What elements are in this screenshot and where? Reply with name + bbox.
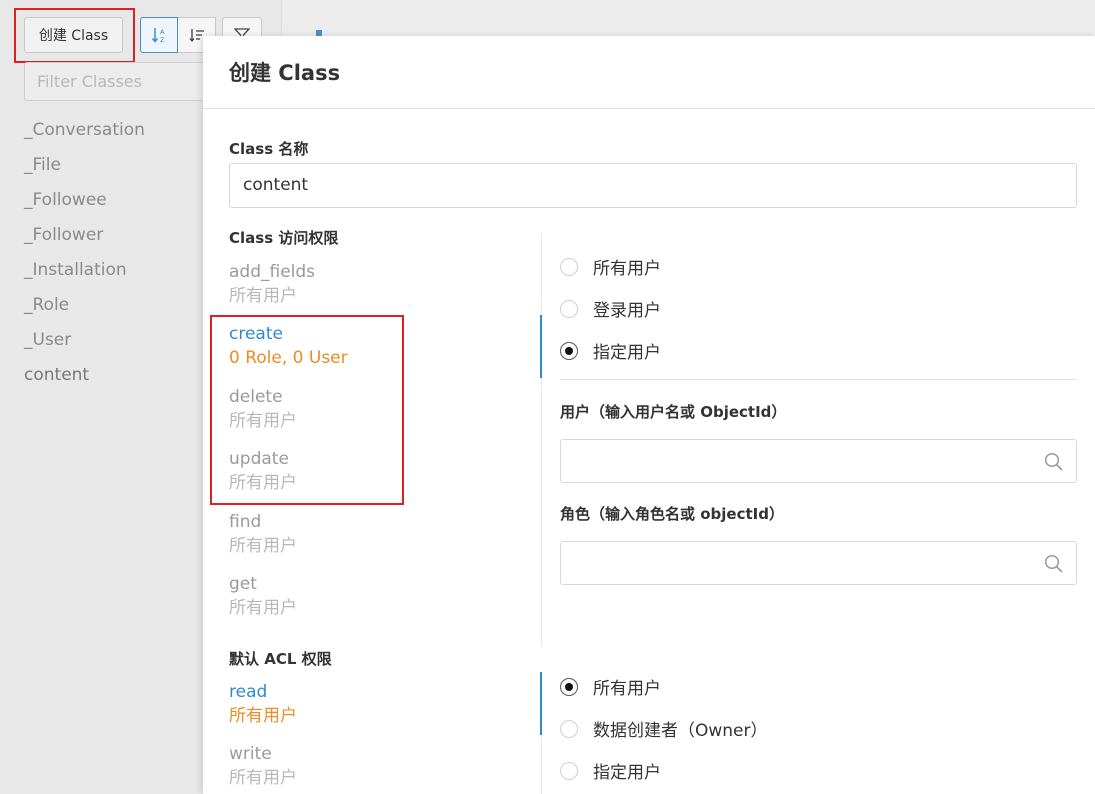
radio-label: 所有用户 (593, 259, 661, 279)
permission-value: 0 Role, 0 User (229, 348, 348, 368)
permission-name: get (229, 574, 257, 594)
class-item[interactable]: _Role (24, 295, 145, 330)
modal-header: 创建 Class (203, 36, 1095, 109)
class-item[interactable]: _Conversation (24, 120, 145, 155)
radio-icon (560, 719, 578, 738)
permission-name: create (229, 324, 283, 344)
role-field-label: 角色（输入角色名或 objectId） (560, 505, 784, 523)
class-list: _Conversation _File _Followee _Follower … (24, 120, 145, 400)
class-item[interactable]: _File (24, 155, 145, 190)
user-search-input[interactable] (560, 439, 1077, 483)
permission-name: update (229, 449, 289, 469)
permission-value: 所有用户 (229, 768, 297, 788)
permission-add-fields[interactable]: add_fields 所有用户 (229, 260, 315, 308)
acl-option-owner[interactable]: 数据创建者（Owner） (560, 716, 768, 741)
create-class-modal: 创建 Class Class 名称 content Class 访问权限 add… (203, 36, 1095, 794)
radio-checked-icon (560, 341, 578, 360)
permission-value: 所有用户 (229, 473, 297, 493)
permission-find[interactable]: find 所有用户 (229, 510, 297, 558)
class-item[interactable]: _Follower (24, 225, 145, 260)
svg-text:Z: Z (160, 36, 165, 44)
class-name-input[interactable]: content (229, 163, 1077, 208)
class-access-label: Class 访问权限 (229, 229, 339, 247)
role-search-input[interactable] (560, 541, 1077, 585)
radio-label: 所有用户 (593, 679, 661, 699)
permission-get[interactable]: get 所有用户 (229, 572, 297, 620)
modal-title: 创建 Class (229, 61, 341, 85)
class-item[interactable]: _User (24, 330, 145, 365)
create-class-button[interactable]: 创建 Class (24, 17, 123, 53)
active-acl-marker (540, 672, 542, 735)
svg-text:A: A (160, 28, 165, 36)
radio-checked-icon (560, 677, 578, 696)
class-item[interactable]: _Installation (24, 260, 145, 295)
radio-icon (560, 299, 578, 318)
user-field-label: 用户（输入用户名或 ObjectId） (560, 403, 787, 421)
class-name-label: Class 名称 (229, 140, 309, 158)
radio-label: 登录用户 (593, 301, 661, 321)
permission-delete[interactable]: delete 所有用户 (229, 385, 297, 433)
class-item[interactable]: content (24, 365, 145, 400)
permission-name: read (229, 682, 268, 702)
permission-value: 所有用户 (229, 598, 297, 618)
permission-value: 所有用户 (229, 411, 297, 431)
acl-label: 默认 ACL 权限 (229, 650, 332, 668)
search-icon (1044, 452, 1063, 471)
access-option-specified[interactable]: 指定用户 (560, 338, 661, 363)
acl-option-specified[interactable]: 指定用户 (560, 758, 661, 783)
active-permission-marker (540, 315, 542, 378)
acl-option-all-users[interactable]: 所有用户 (560, 674, 661, 699)
class-item[interactable]: _Followee (24, 190, 145, 225)
access-option-all-users[interactable]: 所有用户 (560, 254, 661, 279)
radio-icon (560, 257, 578, 276)
permission-name: write (229, 744, 272, 764)
options-separator (560, 379, 1077, 380)
permission-value: 所有用户 (229, 286, 297, 306)
permission-value: 所有用户 (229, 706, 297, 726)
search-icon (1044, 554, 1063, 573)
radio-icon (560, 761, 578, 780)
permission-update[interactable]: update 所有用户 (229, 447, 297, 495)
sort-alpha-icon: A Z (151, 28, 165, 44)
permission-create[interactable]: create 0 Role, 0 User (229, 322, 348, 370)
access-option-logged-in[interactable]: 登录用户 (560, 296, 661, 321)
permission-name: add_fields (229, 262, 316, 282)
acl-permission-read[interactable]: read 所有用户 (229, 680, 297, 728)
radio-label: 指定用户 (593, 343, 661, 363)
sort-alpha-button[interactable]: A Z (140, 17, 178, 53)
permission-value: 所有用户 (229, 536, 297, 556)
permission-name: find (229, 512, 262, 532)
radio-label: 数据创建者（Owner） (593, 721, 768, 741)
permission-name: delete (229, 387, 283, 407)
acl-permission-write[interactable]: write 所有用户 (229, 742, 297, 790)
radio-label: 指定用户 (593, 763, 661, 783)
permission-divider (541, 233, 542, 646)
